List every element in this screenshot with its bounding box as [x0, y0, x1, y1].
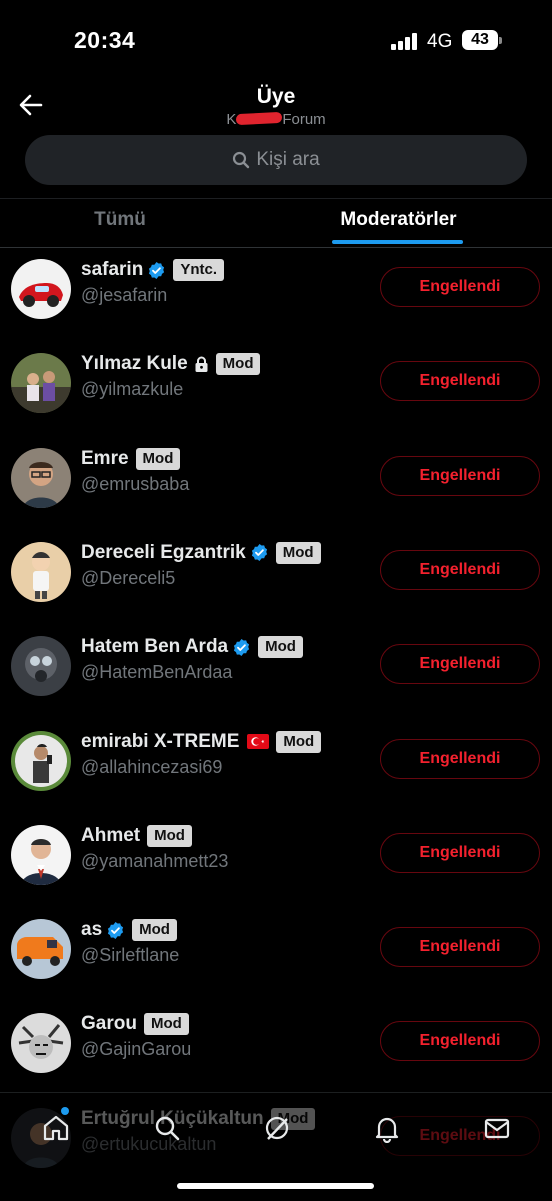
member-handle: @jesafarin	[81, 285, 168, 305]
subtitle-prefix: K	[226, 111, 237, 128]
avatar[interactable]	[11, 636, 71, 697]
member-handle: @emrusbaba	[81, 473, 190, 494]
network-label: 4G	[427, 31, 453, 52]
member-row[interactable]: Hatem Ben Arda Mod @HatemBenArdaa Engellend…	[0, 624, 552, 718]
role-badge: Mod	[275, 541, 321, 564]
blocked-button[interactable]: Engellendi	[380, 267, 540, 307]
member-row[interactable]: Emre Mod @emrusbaba Engellendi	[0, 436, 552, 530]
blocked-button[interactable]: Engellendi	[380, 1021, 540, 1062]
verified-badge-icon	[149, 261, 165, 279]
blocked-button[interactable]: Engellendi	[380, 549, 540, 590]
search-input[interactable]: Kişi ara	[25, 135, 527, 185]
member-name: safarin	[81, 259, 144, 280]
member-handle: @Dereceli5	[81, 567, 176, 588]
member-row[interactable]: safarin Yntc. @jesafarin Engellendi	[0, 247, 552, 341]
turkey-flag-icon	[247, 734, 270, 749]
search-nav-icon[interactable]	[152, 1113, 182, 1143]
mail-icon[interactable]	[482, 1113, 512, 1143]
grok-icon[interactable]	[262, 1113, 292, 1143]
battery-tip	[499, 37, 502, 44]
name-line: Garou Mod	[81, 1011, 189, 1037]
member-handle: @allahincezasi69	[81, 756, 223, 777]
verified-badge-icon	[234, 638, 250, 656]
name-line: emirabi X-TREME Mod	[81, 729, 322, 755]
status-time: 20:34	[74, 27, 136, 53]
role-badge: Mod	[258, 636, 303, 659]
tab-all[interactable]: Tümü	[0, 199, 240, 247]
member-handle: @GajinGarou	[81, 1039, 192, 1060]
member-name: Hatem Ben Arda	[81, 636, 229, 658]
avatar[interactable]	[11, 541, 71, 602]
verified-badge-icon	[251, 544, 267, 562]
search-placeholder: Kişi ara	[256, 149, 320, 170]
member-row[interactable]: Garou Mod @GajinGarou Engellendi	[0, 1001, 552, 1095]
notification-dot	[61, 1107, 69, 1115]
subtitle-text: Forum	[282, 111, 326, 128]
member-row[interactable]: Yılmaz Kule Mod @yilmazkule Engellendi	[0, 341, 552, 435]
blocked-button[interactable]: Engellendi	[380, 832, 540, 873]
home-indicator	[177, 1183, 374, 1189]
role-badge: Yntc.	[173, 259, 224, 281]
avatar[interactable]	[11, 259, 71, 319]
avatar[interactable]	[11, 919, 71, 980]
member-name: Dereceli Egzantrik	[81, 541, 246, 563]
avatar[interactable]	[11, 447, 71, 508]
page-title: Üye	[256, 85, 296, 108]
verified-badge-icon	[108, 921, 124, 939]
avatar[interactable]	[11, 1013, 71, 1074]
member-row[interactable]: as Mod @Sirleftlane Engellendi	[0, 907, 552, 1001]
blocked-button[interactable]: Engellendi	[380, 361, 540, 402]
member-handle: @yamanahmett23	[81, 850, 229, 871]
member-handle: @HatemBenArdaa	[81, 662, 233, 683]
name-line: as Mod	[81, 917, 177, 943]
avatar[interactable]	[11, 353, 71, 414]
status-bar: 20:34 4G 43	[0, 0, 552, 80]
avatar[interactable]	[11, 824, 71, 885]
battery-icon: 43	[462, 30, 498, 50]
role-badge: Mod	[135, 447, 181, 470]
search-icon	[233, 151, 250, 169]
blocked-button[interactable]: Engellendi	[380, 927, 540, 968]
tab-bar: Tümü Moderatörler	[0, 198, 552, 248]
member-handle: @Sirleftlane	[81, 945, 180, 966]
name-line: Emre Mod	[81, 446, 181, 472]
member-row[interactable]: Dereceli Egzantrik Mod @Dereceli5 Engellend…	[0, 530, 552, 624]
role-badge: Mod	[132, 919, 177, 942]
member-name: Garou	[81, 1013, 137, 1035]
member-name: as	[81, 919, 103, 941]
avatar[interactable]	[11, 730, 71, 791]
home-icon[interactable]	[41, 1113, 71, 1143]
member-row[interactable]: emirabi X-TREME Mod @allahincezasi69 Engell…	[0, 719, 552, 813]
member-name: Yılmaz Kule	[81, 353, 188, 375]
name-line: Dereceli Egzantrik Mod	[81, 540, 321, 566]
blocked-button[interactable]: Engellendi	[380, 455, 540, 496]
role-badge: Mod	[215, 353, 261, 376]
bell-icon[interactable]	[372, 1113, 402, 1144]
role-badge: Mod	[276, 730, 322, 753]
member-handle: @yilmazkule	[81, 379, 184, 400]
role-badge: Mod	[147, 824, 192, 847]
blocked-button[interactable]: Engellendi	[380, 738, 540, 779]
signal-icon	[391, 32, 419, 50]
name-line: safarin Yntc.	[81, 257, 224, 283]
member-row[interactable]: Ahmet Mod @yamanahmett23 Engellendi	[0, 813, 552, 907]
name-line: Yılmaz Kule Mod	[81, 351, 261, 377]
name-line: Hatem Ben Arda Mod	[81, 634, 303, 660]
role-badge: Mod	[143, 1013, 189, 1036]
name-line: Ahmet Mod	[81, 823, 192, 849]
member-name: Emre	[81, 447, 129, 469]
lock-icon	[195, 356, 208, 373]
member-name: Ahmet	[81, 824, 141, 846]
blocked-button[interactable]: Engellendi	[380, 644, 540, 685]
member-name: emirabi X-TREME	[81, 730, 240, 752]
active-tab-indicator	[332, 240, 463, 244]
